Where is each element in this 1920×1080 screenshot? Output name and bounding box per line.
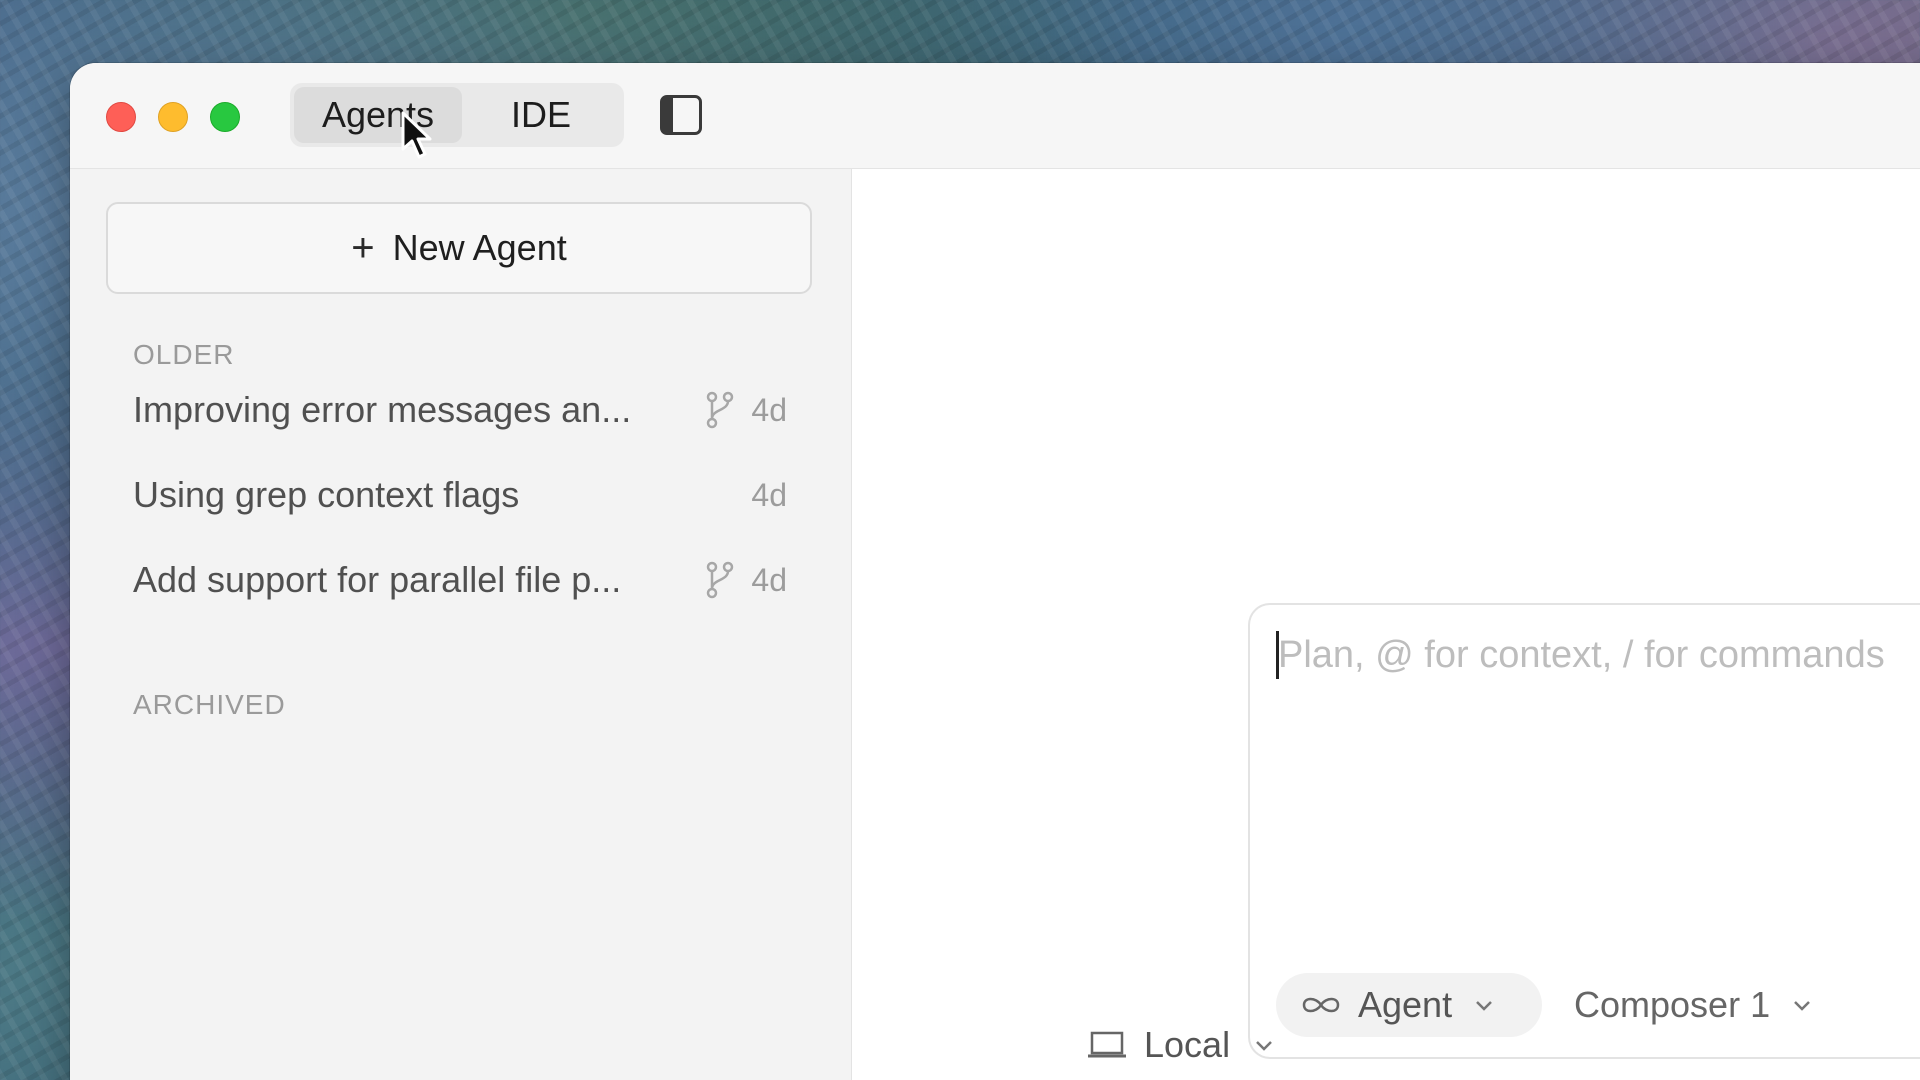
agent-age: 4d	[751, 561, 787, 598]
git-branch-icon	[707, 561, 734, 599]
agent-list-item[interactable]: Improving error messages an... 4d	[133, 380, 787, 440]
agent-title: Using grep context flags	[133, 474, 520, 515]
infinity-icon	[1302, 997, 1340, 1013]
prompt-input[interactable]	[1278, 625, 1920, 685]
chevron-down-icon	[1794, 1001, 1810, 1011]
section-archived: ARCHIVED	[133, 689, 286, 720]
agent-age: 4d	[751, 391, 787, 428]
new-agent-label: New Agent	[392, 227, 567, 268]
new-agent-button[interactable]: + New Agent	[106, 202, 812, 294]
main-panel: Agent Composer 1	[852, 169, 1920, 1080]
environment-label: Local	[1144, 1024, 1231, 1065]
tab-ide[interactable]: IDE	[462, 87, 620, 143]
chevron-down-icon	[1256, 1041, 1272, 1051]
maximize-window-button[interactable]	[210, 102, 240, 132]
plus-icon: +	[351, 226, 375, 270]
close-window-button[interactable]	[106, 102, 136, 132]
mouse-pointer-icon	[401, 111, 432, 159]
environment-dropdown[interactable]: Local	[1086, 1016, 1274, 1074]
minimize-window-button[interactable]	[158, 102, 188, 132]
app-window: Agents IDE + New Agent OLDER Improving e…	[70, 63, 1920, 1080]
view-switcher: Agents IDE	[290, 83, 624, 147]
chevron-down-icon	[1476, 1001, 1492, 1011]
agent-list-item[interactable]: Add support for parallel file p... 4d	[133, 550, 787, 610]
agent-list-item[interactable]: Using grep context flags 4d	[133, 465, 787, 525]
title-bar: Agents IDE	[70, 63, 1920, 169]
agent-age: 4d	[751, 476, 787, 513]
prompt-composer: Agent Composer 1	[1248, 603, 1920, 1059]
git-branch-icon	[707, 391, 734, 429]
tab-agents[interactable]: Agents	[294, 87, 462, 143]
section-older: OLDER	[133, 339, 235, 370]
agent-title: Improving error messages an...	[133, 389, 632, 430]
model-label: Composer 1	[1574, 984, 1771, 1025]
agents-sidebar: + New Agent OLDER Improving error messag…	[70, 169, 852, 1080]
sidebar-toggle-icon[interactable]	[660, 95, 702, 135]
agent-mode-dropdown[interactable]: Agent	[1276, 973, 1542, 1037]
agent-mode-label: Agent	[1358, 984, 1453, 1025]
agent-title: Add support for parallel file p...	[133, 559, 622, 600]
model-dropdown[interactable]: Composer 1	[1574, 973, 1812, 1037]
laptop-icon	[1088, 1031, 1126, 1058]
